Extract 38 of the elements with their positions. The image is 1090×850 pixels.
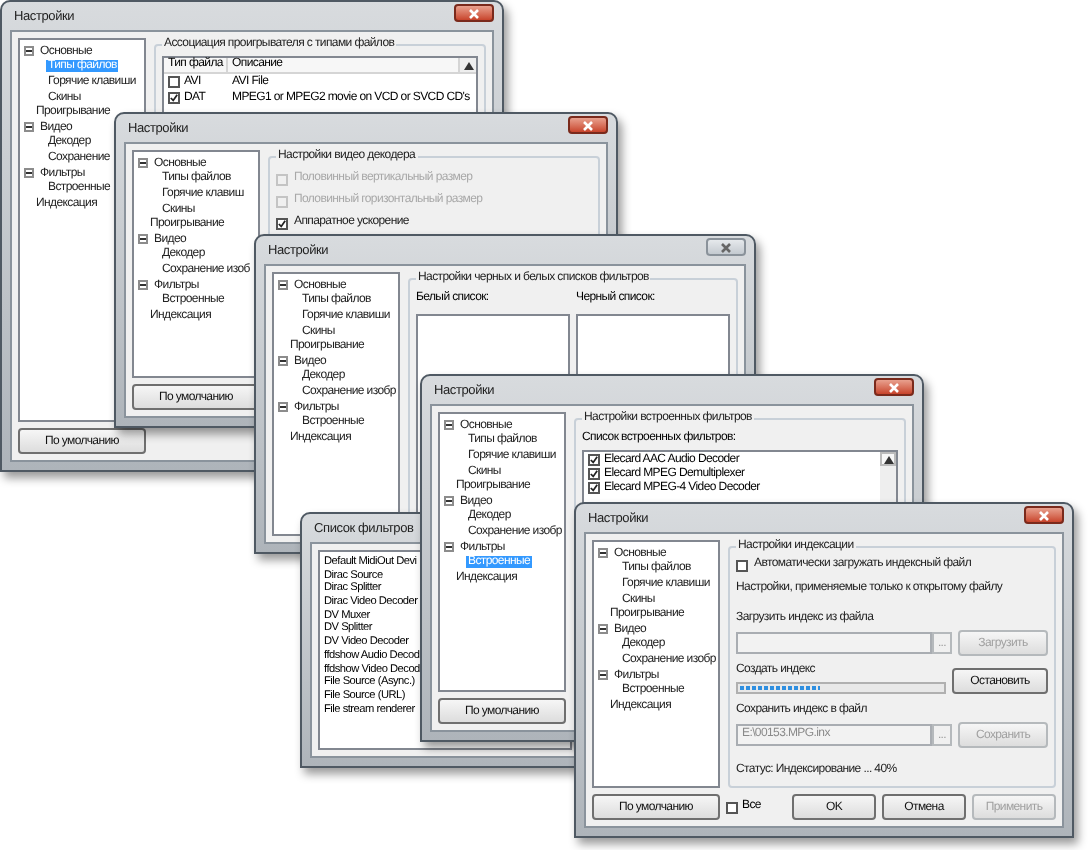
checkbox[interactable] bbox=[726, 801, 738, 813]
checkbox[interactable] bbox=[168, 92, 180, 104]
collapse-icon[interactable] bbox=[278, 356, 288, 367]
collapse-icon[interactable] bbox=[444, 420, 454, 431]
collapse-icon[interactable] bbox=[24, 168, 34, 179]
close-button[interactable] bbox=[1024, 506, 1064, 524]
collapse-icon[interactable] bbox=[278, 402, 288, 413]
close-button[interactable] bbox=[706, 238, 746, 256]
close-button[interactable] bbox=[874, 378, 914, 396]
checkbox[interactable] bbox=[276, 217, 288, 229]
path-field[interactable] bbox=[736, 632, 932, 654]
close-icon bbox=[582, 119, 594, 131]
check-icon bbox=[170, 94, 178, 102]
collapse-icon[interactable] bbox=[598, 670, 608, 681]
close-button[interactable] bbox=[568, 116, 608, 134]
close-icon bbox=[468, 7, 480, 19]
collapse-icon[interactable] bbox=[444, 542, 454, 553]
close-icon bbox=[888, 381, 900, 393]
checkbox[interactable] bbox=[588, 453, 600, 465]
collapse-icon[interactable] bbox=[598, 548, 608, 559]
checkbox[interactable] bbox=[588, 467, 600, 479]
check-icon bbox=[278, 219, 286, 227]
collapse-icon[interactable] bbox=[444, 496, 454, 507]
collapse-icon[interactable] bbox=[138, 234, 148, 245]
collapse-icon[interactable] bbox=[278, 280, 288, 291]
close-icon bbox=[1038, 509, 1050, 521]
collapse-icon[interactable] bbox=[138, 158, 148, 169]
checkbox[interactable] bbox=[168, 76, 180, 88]
collapse-icon[interactable] bbox=[24, 46, 34, 57]
collapse-icon[interactable] bbox=[24, 122, 34, 133]
checkbox[interactable] bbox=[588, 481, 600, 493]
scroll-up-icon[interactable] bbox=[880, 452, 896, 466]
scroll-up-icon[interactable] bbox=[460, 58, 476, 72]
close-icon bbox=[720, 241, 732, 253]
checkbox[interactable] bbox=[736, 559, 748, 571]
collapse-icon[interactable] bbox=[138, 280, 148, 291]
close-button[interactable] bbox=[454, 4, 494, 22]
collapse-icon[interactable] bbox=[598, 624, 608, 635]
